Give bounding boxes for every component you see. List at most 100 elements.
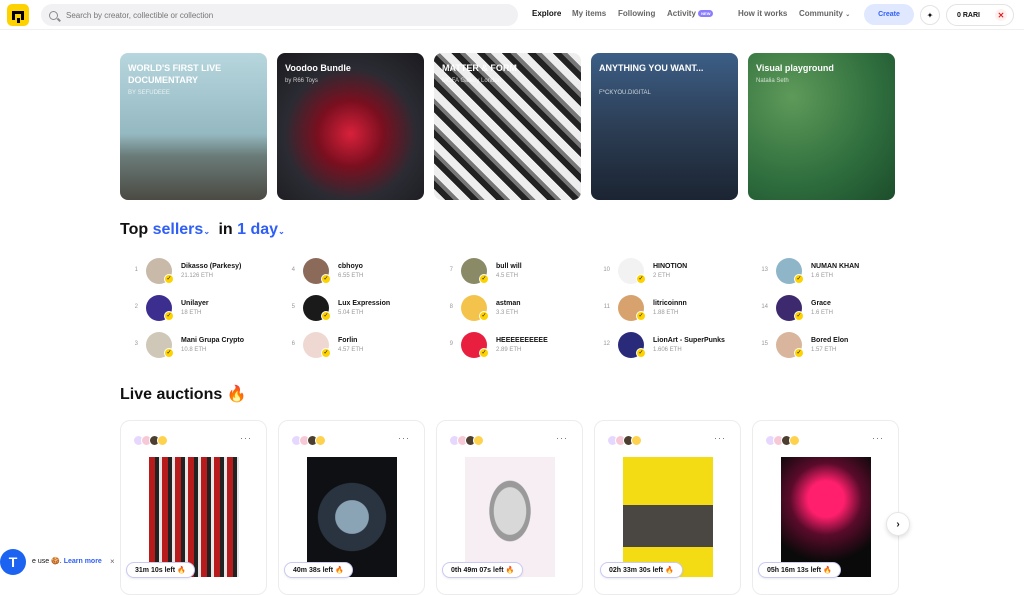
seller-rank: 14 — [761, 304, 768, 310]
banner-subtitle: MOFA Gallery London — [442, 78, 502, 84]
app-logo-icon[interactable]: T — [0, 549, 26, 575]
seller-item[interactable]: 6 ✓ Forlin 4.57 ETH — [283, 332, 433, 358]
seller-item[interactable]: 11 ✓ litricoinnn 1.88 ETH — [598, 295, 748, 321]
search-input[interactable] — [66, 10, 466, 20]
banner-card[interactable]: Visual playground Natalia Seth — [748, 53, 895, 200]
seller-item[interactable]: 8 ✓ astman 3.3 ETH — [441, 295, 591, 321]
auction-artwork[interactable] — [149, 457, 239, 577]
seller-item[interactable]: 5 ✓ Lux Expression 5.04 ETH — [283, 295, 433, 321]
banner-card[interactable]: Voodoo Bundle by R66 Toys — [277, 53, 424, 200]
auction-artwork[interactable] — [623, 457, 713, 577]
seller-volume: 4.57 ETH — [338, 347, 364, 353]
auction-card[interactable]: ··· 40m 38s left 🔥 — [278, 420, 425, 595]
seller-volume: 1.57 ETH — [811, 347, 837, 353]
seller-item[interactable]: 9 ✓ HEEEEEEEEEE 2.89 ETH — [441, 332, 591, 358]
more-options-icon[interactable]: ··· — [872, 433, 884, 443]
seller-volume: 2 ETH — [653, 273, 671, 279]
timer-text: 02h 33m 30s left — [609, 566, 664, 574]
auction-card[interactable]: ··· 0th 49m 07s left 🔥 — [436, 420, 583, 595]
seller-rank: 5 — [291, 304, 295, 310]
nav-explore[interactable]: Explore — [532, 9, 561, 18]
auction-artwork[interactable] — [781, 457, 871, 577]
banner-card[interactable]: ANYTHING YOU WANT... F*CKYOU.DIGITAL — [591, 53, 738, 200]
seller-name: Bored Elon — [811, 337, 849, 344]
seller-name: NUMAN KHAN — [811, 263, 860, 270]
banner-title: ANYTHING YOU WANT... — [599, 63, 704, 73]
seller-name: Unilayer — [181, 300, 209, 307]
fire-icon: 🔥 — [177, 567, 186, 574]
seller-item[interactable]: 4 ✓ cbhoyo 6.55 ETH — [283, 258, 433, 284]
verified-badge-icon: ✓ — [479, 348, 489, 358]
seller-rank: 15 — [761, 341, 768, 347]
seller-rank: 3 — [134, 341, 138, 347]
more-options-icon[interactable]: ··· — [556, 433, 568, 443]
nav-how-it-works[interactable]: How it works — [738, 9, 787, 18]
owner-avatar[interactable] — [157, 435, 168, 446]
more-options-icon[interactable]: ··· — [714, 433, 726, 443]
period-dropdown[interactable]: 1 day⌄ — [237, 221, 285, 238]
seller-item[interactable]: 13 ✓ NUMAN KHAN 1.6 ETH — [756, 258, 906, 284]
featured-banners: WORLD'S FIRST LIVE DOCUMENTARY BY SEFUDE… — [120, 53, 900, 200]
wallet-balance-button[interactable]: 0 RARI ✕ — [946, 4, 1014, 26]
auction-card[interactable]: ··· 31m 10s left 🔥 — [120, 420, 267, 595]
chevron-down-icon: ⌄ — [278, 227, 285, 236]
seller-rank: 9 — [449, 341, 453, 347]
carousel-next-button[interactable]: › — [886, 512, 910, 536]
more-options-icon[interactable]: ··· — [398, 433, 410, 443]
auction-timer: 05h 16m 13s left 🔥 — [758, 562, 841, 578]
verified-badge-icon: ✓ — [321, 311, 331, 321]
verified-badge-icon: ✓ — [164, 311, 174, 321]
owner-avatar[interactable] — [315, 435, 326, 446]
seller-name: Mani Grupa Crypto — [181, 337, 245, 344]
learn-more-link[interactable]: Learn more — [64, 558, 102, 565]
seller-item[interactable]: 12 ✓ LionArt - SuperPunks 1.606 ETH — [598, 332, 748, 358]
cookie-notice: T e use 🍪. Learn more × — [0, 549, 125, 575]
auction-artwork[interactable] — [307, 457, 397, 577]
new-badge: NEW — [698, 10, 714, 18]
banner-card[interactable]: WORLD'S FIRST LIVE DOCUMENTARY BY SEFUDE… — [120, 53, 267, 200]
seller-name: Lux Expression — [338, 300, 391, 307]
seller-rank: 6 — [291, 341, 295, 347]
rarible-logo[interactable] — [7, 4, 29, 26]
seller-item[interactable]: 7 ✓ bull will 4.5 ETH — [441, 258, 591, 284]
seller-item[interactable]: 15 ✓ Bored Elon 1.57 ETH — [756, 332, 906, 358]
owner-avatar[interactable] — [789, 435, 800, 446]
verified-badge-icon: ✓ — [479, 311, 489, 321]
seller-item[interactable]: 14 ✓ Grace 1.6 ETH — [756, 295, 906, 321]
owner-avatar[interactable] — [473, 435, 484, 446]
nav-activity[interactable]: Activity NEW — [667, 9, 714, 18]
verified-badge-icon: ✓ — [164, 274, 174, 284]
seller-volume: 21.126 ETH — [181, 273, 214, 279]
timer-text: 40m 38s left — [293, 566, 334, 574]
seller-item[interactable]: 2 ✓ Unilayer 18 ETH — [126, 295, 276, 321]
auction-card[interactable]: ··· 05h 16m 13s left 🔥 — [752, 420, 899, 595]
owner-avatar[interactable] — [631, 435, 642, 446]
auction-owners — [291, 435, 326, 446]
create-button[interactable]: Create — [864, 4, 914, 25]
cookie-message: e use 🍪. — [32, 558, 62, 565]
seller-rank: 8 — [449, 304, 453, 310]
sellers-label: sellers — [152, 221, 204, 238]
auction-artwork[interactable] — [465, 457, 555, 577]
top-sellers-heading: Top sellers⌄ in 1 day⌄ — [120, 221, 285, 239]
theme-toggle-button[interactable]: ✦ — [920, 5, 940, 25]
banner-card[interactable]: MATTER & FORM MOFA Gallery London — [434, 53, 581, 200]
live-auctions-title: Live auctions — [120, 386, 223, 403]
close-icon[interactable]: × — [110, 557, 115, 566]
seller-item[interactable]: 1 ✓ Dikasso (Parkesy) 21.126 ETH — [126, 258, 276, 284]
fire-icon: 🔥 — [505, 567, 515, 574]
more-options-icon[interactable]: ··· — [240, 433, 252, 443]
banner-subtitle: by R66 Toys — [285, 78, 318, 84]
seller-item[interactable]: 10 ✓ HINOTION 2 ETH — [598, 258, 748, 284]
fire-icon: 🔥 — [335, 567, 344, 574]
sellers-dropdown[interactable]: sellers⌄ — [153, 221, 210, 238]
search-bar[interactable] — [41, 4, 518, 26]
nav-community[interactable]: Community ⌄ — [799, 9, 850, 18]
nav-following[interactable]: Following — [618, 9, 655, 18]
seller-item[interactable]: 3 ✓ Mani Grupa Crypto 10.8 ETH — [126, 332, 276, 358]
auction-card[interactable]: ··· 02h 33m 30s left 🔥 — [594, 420, 741, 595]
seller-volume: 18 ETH — [181, 310, 202, 316]
seller-rank: 12 — [603, 341, 610, 347]
auction-timer: 0th 49m 07s left 🔥 — [442, 562, 524, 578]
nav-my-items[interactable]: My items — [572, 9, 606, 18]
